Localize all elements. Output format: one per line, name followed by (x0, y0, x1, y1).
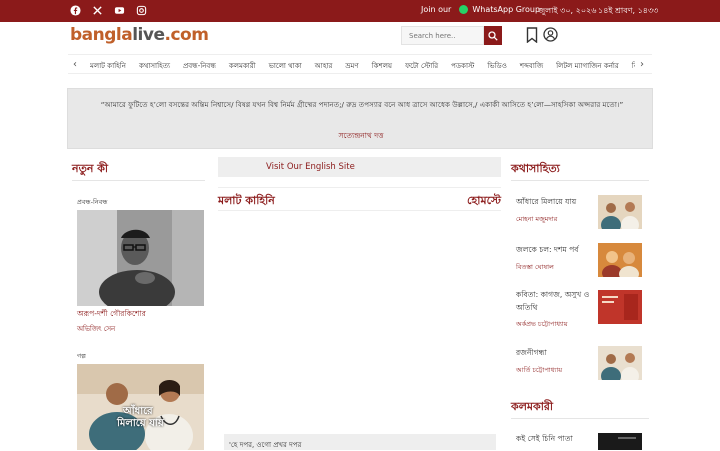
fiction-item-thumbnail[interactable] (598, 243, 642, 277)
nav-item[interactable]: ফটো স্টোরি (405, 60, 438, 72)
date-bangla: ১৪ই শ্রাবণ, ১৪৩৩ (598, 6, 659, 15)
fiction-item-title[interactable]: কবিতা: কাগজ, অসুখ ও অতিথি (516, 288, 594, 314)
nav-item[interactable]: বিশেষ (632, 60, 635, 72)
fiction-item-title[interactable]: রজনীগন্ধা (516, 346, 594, 359)
fiction-item-author[interactable]: বিতস্তা ঘোষাল (516, 262, 554, 273)
whatsapp-icon (459, 5, 469, 14)
search-icon (488, 30, 498, 41)
fiction-item-thumbnail[interactable] (598, 290, 642, 324)
fiction-item-author[interactable]: মোহনা মজুমদার (516, 214, 557, 225)
instagram-icon[interactable] (136, 5, 148, 17)
cover-story-header: মলাট কাহিনি হোমস্টে (218, 187, 501, 211)
nav-item[interactable]: মলাট কাহিনি (90, 60, 126, 72)
social-links (70, 5, 148, 17)
fiction-item-thumbnail[interactable] (598, 346, 642, 380)
homestay-link[interactable]: হোমস্টে (467, 192, 501, 211)
divider (72, 180, 205, 181)
nav-item[interactable]: ভিডিও (487, 60, 507, 72)
nav-item[interactable]: শব্দবাজি (520, 60, 543, 72)
fiction-item-author[interactable]: অর্কপ্রভ চট্টোপাধ্যায় (516, 319, 568, 330)
category-nav: ‹ মলাট কাহিনি কথাসাহিত্য প্রবন্ধ-নিবন্ধ কলম… (68, 54, 652, 74)
nav-item[interactable]: কিশলয় (372, 60, 392, 72)
bookmark-icon[interactable] (526, 27, 538, 43)
top-bar: Join our WhatsApp Group জুলাই ৩০, ২০২৬ ১… (0, 0, 720, 22)
image-caption: মিলায়ে যায় (117, 418, 164, 429)
facebook-icon[interactable] (70, 5, 82, 17)
center-bottom-text[interactable]: 'হে দপর, ওগো প্রখর দপর (224, 434, 496, 450)
section-title-fiction: কথাসাহিত্য (511, 162, 560, 175)
nav-item[interactable]: পডকাস্ট (451, 60, 474, 72)
fiction-item-thumbnail[interactable] (598, 195, 642, 229)
card-title[interactable]: অরূপ-দর্শী গৌরকিশোর (77, 308, 146, 321)
search-input[interactable] (401, 26, 484, 45)
card-image-portrait[interactable] (77, 210, 204, 306)
divider (511, 180, 649, 181)
chevron-right-icon[interactable]: › (640, 59, 644, 70)
quote-author[interactable]: সত্যেন্দ্রনাথ দত্ত (68, 131, 654, 143)
column-item-thumbnail[interactable] (598, 433, 642, 450)
site-logo[interactable]: banglalive.com (70, 25, 209, 45)
nav-item[interactable]: লিটল ম্যাগাজিন কর্নার (556, 60, 619, 72)
user-icon[interactable] (543, 27, 558, 42)
search-box (401, 26, 502, 45)
youtube-icon[interactable] (114, 5, 126, 17)
quote-banner: “আমারে ফুটিতে হ’লো বসন্তের অন্তিম নিশ্বা… (67, 88, 653, 149)
card-category: প্রবন্ধ-নিবন্ধ (77, 198, 108, 206)
nav-item[interactable]: ভ্রমণ (345, 60, 358, 72)
whatsapp-label[interactable]: WhatsApp Group (472, 5, 540, 14)
nav-item[interactable]: প্রবন্ধ-নিবন্ধ (183, 60, 216, 72)
fiction-item-author[interactable]: আর্তি চট্টোপাধ্যায় (516, 365, 562, 376)
nav-item[interactable]: ভালো থাকা (269, 60, 302, 72)
nav-item[interactable]: কথাসাহিত্য (139, 60, 170, 72)
quote-text: “আমারে ফুটিতে হ’লো বসন্তের অন্তিম নিশ্বা… (100, 100, 624, 109)
divider (511, 418, 649, 419)
x-icon[interactable] (92, 5, 104, 17)
card-image-illustration[interactable]: আঁধারে মিলায়ে যায় (77, 364, 204, 450)
column-item-title[interactable]: কই সেই চিনি পাতা (516, 432, 594, 445)
cover-story-title[interactable]: মলাট কাহিনি (218, 192, 275, 211)
section-title-new: নতুন কী (72, 162, 109, 175)
whatsapp-join[interactable]: Join our WhatsApp Group (421, 5, 540, 14)
section-title-columns: কলমকারী (511, 400, 554, 413)
search-button[interactable] (484, 26, 502, 45)
join-label: Join our (421, 5, 452, 14)
chevron-left-icon[interactable]: ‹ (73, 59, 77, 70)
fiction-item-title[interactable]: জলকে চল: দশম পর্ব (516, 243, 594, 256)
nav-item[interactable]: আহার (315, 60, 333, 72)
visit-english-site-link[interactable]: Visit Our English Site (218, 157, 501, 177)
card-author[interactable]: অভিজিৎ সেন (77, 323, 115, 335)
date-gregorian: জুলাই ৩০, ২০২৬ (538, 6, 597, 15)
category-list: মলাট কাহিনি কথাসাহিত্য প্রবন্ধ-নিবন্ধ কলমকা… (90, 60, 635, 72)
fiction-item-title[interactable]: আঁধারে মিলায়ে যায় (516, 195, 594, 208)
card-category: গল্প (77, 352, 86, 360)
nav-item[interactable]: কলমকারী (229, 60, 256, 72)
